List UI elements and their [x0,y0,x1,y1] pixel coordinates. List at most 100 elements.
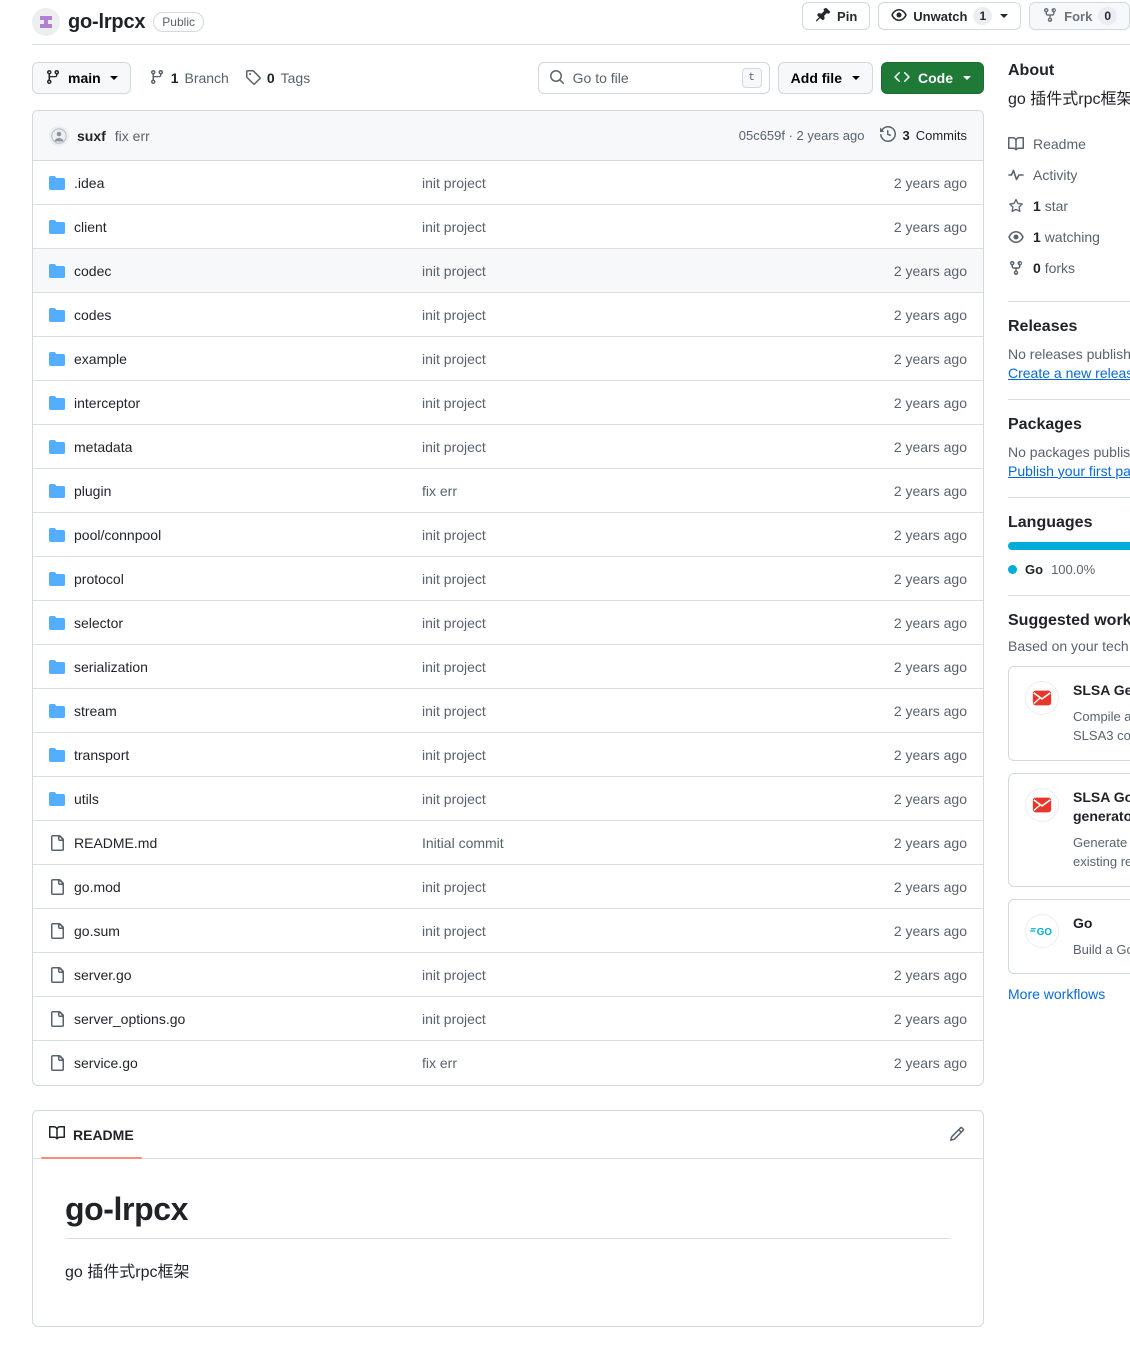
publish-package-link[interactable]: Publish your first package [1008,463,1130,479]
go-to-file-input[interactable]: Go to file t [537,62,770,94]
file-name[interactable]: plugin [74,483,422,499]
table-row[interactable]: protocol init project 2 years ago [33,557,983,601]
table-row[interactable]: selector init project 2 years ago [33,601,983,645]
tab-readme[interactable]: README [41,1111,142,1159]
owner-avatar[interactable] [32,8,60,36]
workflow-desc: Compile and SLSA3 compliant [1073,707,1130,746]
table-row[interactable]: interceptor init project 2 years ago [33,381,983,425]
file-commit-message[interactable]: init project [422,527,894,543]
file-commit-message[interactable]: init project [422,175,894,191]
commit-author-avatar[interactable] [49,125,69,146]
file-commit-message[interactable]: init project [422,263,894,279]
table-row[interactable]: .idea init project 2 years ago [33,161,983,205]
file-commit-message[interactable]: init project [422,571,894,587]
create-release-link[interactable]: Create a new release [1008,365,1130,381]
table-row[interactable]: go.sum init project 2 years ago [33,909,983,953]
table-row[interactable]: server_options.go init project 2 years ago [33,997,983,1041]
file-name[interactable]: transport [74,747,422,763]
file-name[interactable]: utils [74,791,422,807]
fork-button[interactable]: Fork 0 [1029,2,1130,30]
file-name[interactable]: selector [74,615,422,631]
file-name[interactable]: go.mod [74,879,422,895]
file-name[interactable]: server_options.go [74,1011,422,1027]
table-row[interactable]: pool/connpool init project 2 years ago [33,513,983,557]
commits-count-link[interactable]: 3 Commits [880,125,967,145]
table-row[interactable]: serialization init project 2 years ago [33,645,983,689]
language-item-go[interactable]: Go 100.0% [1008,562,1130,577]
file-commit-message[interactable]: init project [422,703,894,719]
file-commit-message[interactable]: init project [422,395,894,411]
commit-message[interactable]: fix err [115,128,150,144]
file-name[interactable]: serialization [74,659,422,675]
file-commit-message[interactable]: init project [422,923,894,939]
table-row[interactable]: go.mod init project 2 years ago [33,865,983,909]
file-name[interactable]: client [74,219,422,235]
file-name[interactable]: example [74,351,422,367]
file-name[interactable]: protocol [74,571,422,587]
file-commit-message[interactable]: init project [422,659,894,675]
divider [1008,301,1130,302]
file-commit-message[interactable]: Initial commit [422,835,894,851]
file-icon [49,966,65,983]
file-name[interactable]: stream [74,703,422,719]
file-name[interactable]: metadata [74,439,422,455]
workflow-card[interactable]: GO Go Build a Go project [1008,898,1130,975]
workflow-card[interactable]: SLSA Generic generator Compile and SLSA3… [1008,666,1130,761]
sidebar-item-forks[interactable]: 0 forks [1008,252,1130,283]
pin-button[interactable]: Pin [802,2,871,30]
sidebar-item-stars[interactable]: 1 star [1008,190,1130,221]
table-row[interactable]: README.md Initial commit 2 years ago [33,821,983,865]
branch-selector[interactable]: main [32,62,131,94]
file-commit-message[interactable]: init project [422,791,894,807]
table-row[interactable]: stream init project 2 years ago [33,689,983,733]
table-row[interactable]: codes init project 2 years ago [33,293,983,337]
file-commit-message[interactable]: init project [422,967,894,983]
sidebar-item-activity[interactable]: Activity [1008,159,1130,190]
branch-count-link[interactable]: 1 Branch [149,69,229,88]
code-label: Code [918,70,953,86]
file-commit-message[interactable]: init project [422,307,894,323]
repo-name[interactable]: go-lrpcx [68,11,145,34]
sidebar-item-watchers[interactable]: 1 watching [1008,221,1130,252]
table-row[interactable]: utils init project 2 years ago [33,777,983,821]
file-name[interactable]: pool/connpool [74,527,422,543]
file-name[interactable]: server.go [74,967,422,983]
edit-readme-button[interactable] [945,1123,969,1147]
unwatch-button[interactable]: Unwatch 1 [878,2,1022,30]
table-row[interactable]: plugin fix err 2 years ago [33,469,983,513]
table-row[interactable]: codec init project 2 years ago [33,249,983,293]
file-commit-message[interactable]: init project [422,879,894,895]
code-button[interactable]: Code [881,62,984,94]
file-commit-message[interactable]: init project [422,615,894,631]
file-commit-message[interactable]: fix err [422,483,894,499]
file-name[interactable]: codes [74,307,422,323]
table-row[interactable]: metadata init project 2 years ago [33,425,983,469]
watch-count: 1 [973,7,993,25]
language-bar[interactable] [1008,542,1130,550]
table-row[interactable]: example init project 2 years ago [33,337,983,381]
workflow-desc: Build a Go project [1073,941,1130,957]
table-row[interactable]: client init project 2 years ago [33,205,983,249]
file-name[interactable]: interceptor [74,395,422,411]
add-file-button[interactable]: Add file [777,62,873,94]
file-commit-message[interactable]: init project [422,219,894,235]
file-commit-message[interactable]: init project [422,747,894,763]
more-workflows-link[interactable]: More workflows [1008,986,1130,1002]
workflow-card[interactable]: SLSA Go releaser generator Generate SLSA… [1008,772,1130,887]
file-commit-message[interactable]: init project [422,1011,894,1027]
commit-author[interactable]: suxf [77,128,106,144]
file-commit-message[interactable]: init project [422,351,894,367]
table-row[interactable]: service.go fix err 2 years ago [33,1041,983,1085]
file-name[interactable]: service.go [74,1055,422,1071]
sidebar-item-readme[interactable]: Readme [1008,128,1130,159]
table-row[interactable]: transport init project 2 years ago [33,733,983,777]
file-commit-message[interactable]: fix err [422,1055,894,1071]
file-name[interactable]: codec [74,263,422,279]
file-name[interactable]: go.sum [74,923,422,939]
file-commit-message[interactable]: init project [422,439,894,455]
file-name[interactable]: .idea [74,175,422,191]
file-name[interactable]: README.md [74,835,422,851]
commit-sha-date[interactable]: 05c659f · 2 years ago [739,128,865,143]
table-row[interactable]: server.go init project 2 years ago [33,953,983,997]
tag-count-link[interactable]: 0 Tags [245,69,310,88]
